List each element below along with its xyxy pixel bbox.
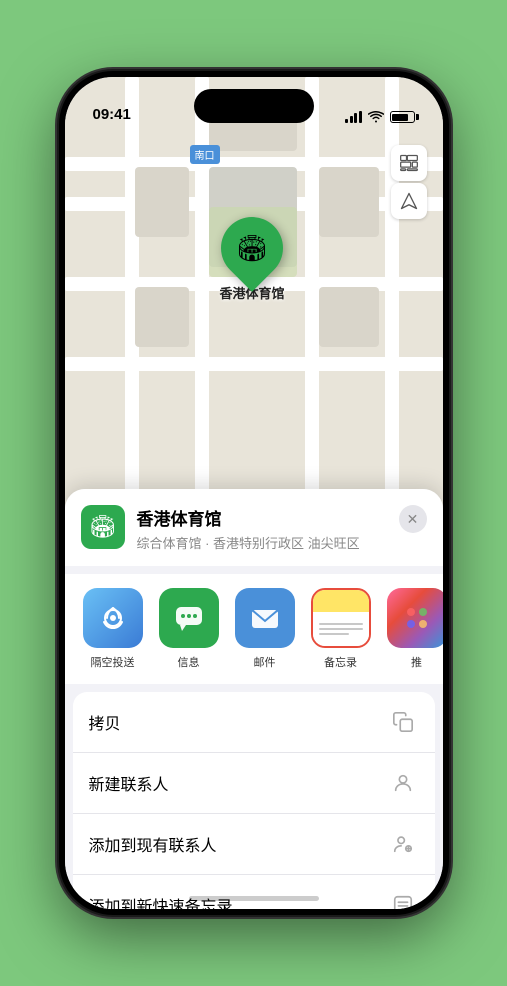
action-mail[interactable]: 邮件: [233, 588, 297, 670]
venue-marker[interactable]: 🏟 香港体育馆: [220, 217, 285, 302]
venue-name: 香港体育馆: [137, 505, 387, 530]
venue-info: 香港体育馆 综合体育馆 · 香港特别行政区 油尖旺区: [137, 505, 387, 552]
status-time: 09:41: [93, 106, 131, 125]
more-label: 推: [411, 654, 422, 670]
menu-item-add-existing-label: 添加到现有联系人: [89, 832, 217, 856]
action-more[interactable]: 推: [385, 588, 443, 670]
battery-fill: [392, 114, 408, 121]
notes-label: 备忘录: [324, 654, 357, 670]
messages-label: 信息: [178, 654, 200, 670]
signal-bar-1: [345, 119, 348, 123]
map-type-button[interactable]: [391, 145, 427, 181]
bottom-sheet: 🏟 香港体育馆 综合体育馆 · 香港特别行政区 油尖旺区 ✕: [65, 489, 443, 909]
location-button[interactable]: [391, 183, 427, 219]
south-entrance-label: 南口: [190, 145, 224, 164]
wifi-icon: [368, 111, 384, 123]
venue-description: 综合体育馆 · 香港特别行政区 油尖旺区: [137, 533, 387, 552]
south-entrance-badge: 南口: [190, 145, 220, 164]
phone-frame: 09:41: [59, 71, 449, 915]
new-contact-icon: [387, 767, 419, 799]
share-actions-row: 隔空投送 信息: [65, 574, 443, 684]
signal-bar-3: [354, 113, 357, 123]
menu-item-new-contact[interactable]: 新建联系人: [73, 753, 435, 814]
map-controls: [391, 145, 427, 219]
dynamic-island: [194, 89, 314, 123]
status-icons: [345, 111, 415, 125]
mail-label: 邮件: [254, 654, 276, 670]
action-airdrop[interactable]: 隔空投送: [81, 588, 145, 670]
airdrop-label: 隔空投送: [91, 654, 135, 670]
menu-section: 拷贝 新建联系人: [73, 692, 435, 909]
signal-bar-2: [350, 116, 353, 123]
menu-item-add-existing[interactable]: 添加到现有联系人: [73, 814, 435, 875]
signal-bar-4: [359, 111, 362, 123]
action-messages[interactable]: 信息: [157, 588, 221, 670]
notes-icon: [311, 588, 371, 648]
messages-icon: [159, 588, 219, 648]
mail-icon: [235, 588, 295, 648]
marker-pin: 🏟: [208, 204, 296, 292]
more-icon: [387, 588, 443, 648]
close-button[interactable]: ✕: [399, 505, 427, 533]
phone-screen: 09:41: [65, 77, 443, 909]
quick-note-icon: [387, 889, 419, 909]
venue-header: 🏟 香港体育馆 综合体育馆 · 香港特别行政区 油尖旺区 ✕: [65, 489, 443, 566]
menu-item-quick-note[interactable]: 添加到新快速备忘录: [73, 875, 435, 909]
signal-bars-icon: [345, 111, 362, 123]
map-area[interactable]: 南口 🏟 香港体育馆: [65, 77, 443, 537]
menu-item-copy[interactable]: 拷贝: [73, 692, 435, 753]
menu-item-new-contact-label: 新建联系人: [89, 771, 169, 795]
venue-icon: 🏟: [81, 505, 125, 549]
copy-icon: [387, 706, 419, 738]
menu-item-copy-label: 拷贝: [89, 710, 121, 734]
action-notes[interactable]: 备忘录: [309, 588, 373, 670]
marker-icon: 🏟: [235, 233, 268, 264]
battery-icon: [390, 111, 415, 123]
airdrop-icon: [83, 588, 143, 648]
home-indicator: [189, 896, 319, 901]
add-existing-icon: [387, 828, 419, 860]
